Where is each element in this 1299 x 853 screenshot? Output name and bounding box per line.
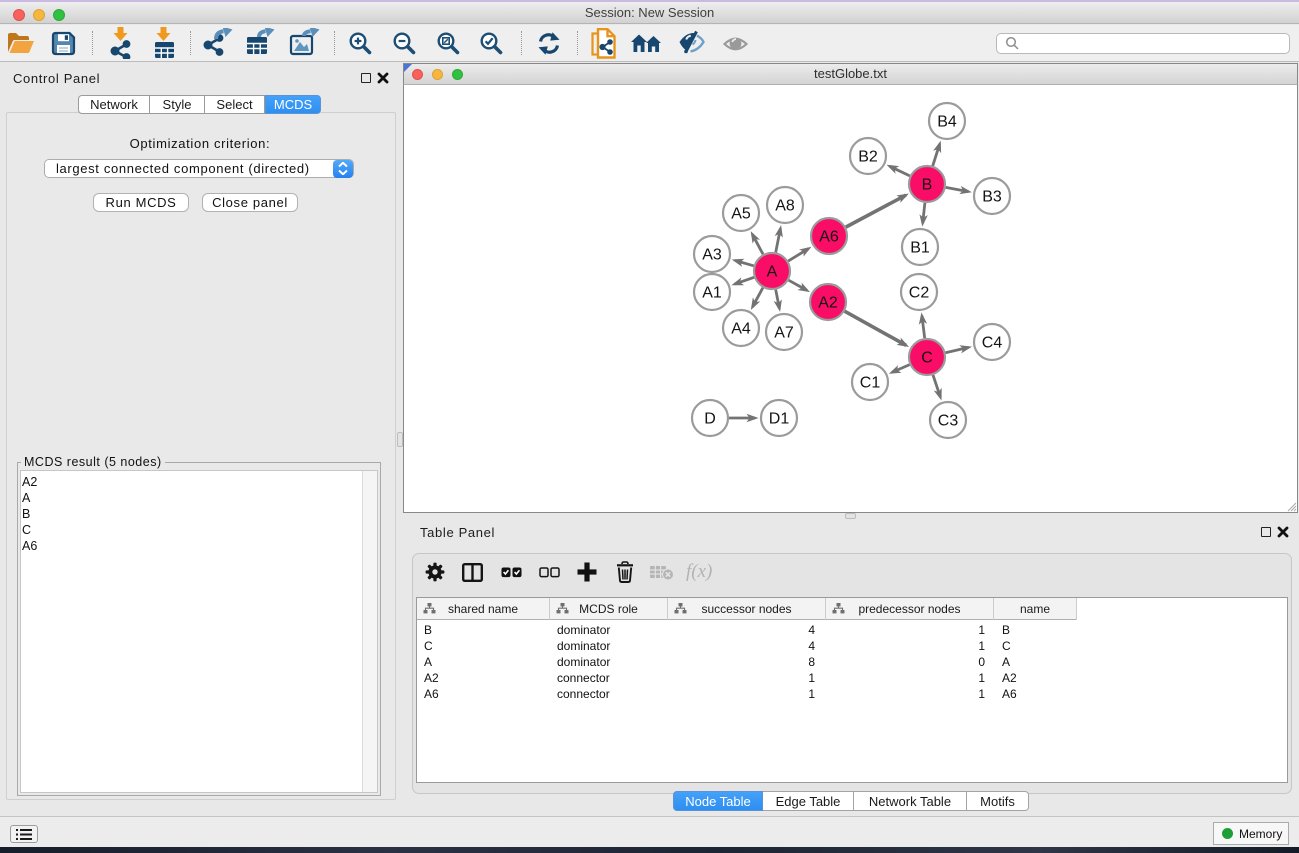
svg-text:A5: A5 [731,206,751,223]
svg-text:A7: A7 [774,325,794,342]
svg-text:A: A [767,264,778,281]
svg-text:C3: C3 [938,413,959,430]
svg-text:A1: A1 [702,285,722,302]
svg-text:A8: A8 [775,198,795,215]
svg-text:D: D [704,411,716,428]
svg-text:D1: D1 [769,411,790,428]
svg-text:C2: C2 [909,285,930,302]
svg-text:A4: A4 [731,321,751,338]
svg-text:B: B [922,177,933,194]
svg-text:B2: B2 [858,149,878,166]
svg-text:A2: A2 [818,295,838,312]
svg-text:B4: B4 [937,114,957,131]
svg-text:A6: A6 [819,229,839,246]
svg-text:C4: C4 [982,335,1003,352]
svg-text:B3: B3 [982,189,1002,206]
svg-text:C: C [921,350,933,367]
svg-text:B1: B1 [910,240,930,257]
svg-text:C1: C1 [860,375,881,392]
svg-text:A3: A3 [702,247,722,264]
